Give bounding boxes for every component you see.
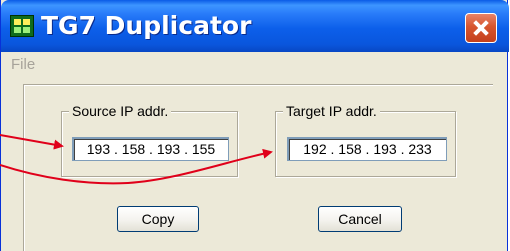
menu-bar: File — [1, 52, 507, 78]
target-ip-field[interactable]: 192 . 158 . 193 . 233 — [287, 137, 447, 161]
title-bar[interactable]: TG7 Duplicator — [1, 0, 509, 52]
screenshot-canvas: TG7 Duplicator File Source IP addr. 193 … — [0, 0, 510, 251]
source-ip-group: Source IP addr. 193 . 158 . 193 . 155 — [61, 101, 238, 177]
app-icon — [10, 15, 34, 37]
target-ip-group: Target IP addr. 192 . 158 . 193 . 233 — [275, 101, 456, 177]
window-title: TG7 Duplicator — [41, 11, 252, 40]
menu-file[interactable]: File — [11, 56, 35, 73]
source-ip-label: Source IP addr. — [69, 101, 172, 121]
close-icon[interactable] — [465, 13, 497, 43]
source-ip-field[interactable]: 193 . 158 . 193 . 155 — [72, 137, 229, 161]
copy-button[interactable]: Copy — [117, 206, 199, 232]
target-ip-label: Target IP addr. — [283, 101, 380, 121]
cancel-button[interactable]: Cancel — [318, 206, 402, 232]
